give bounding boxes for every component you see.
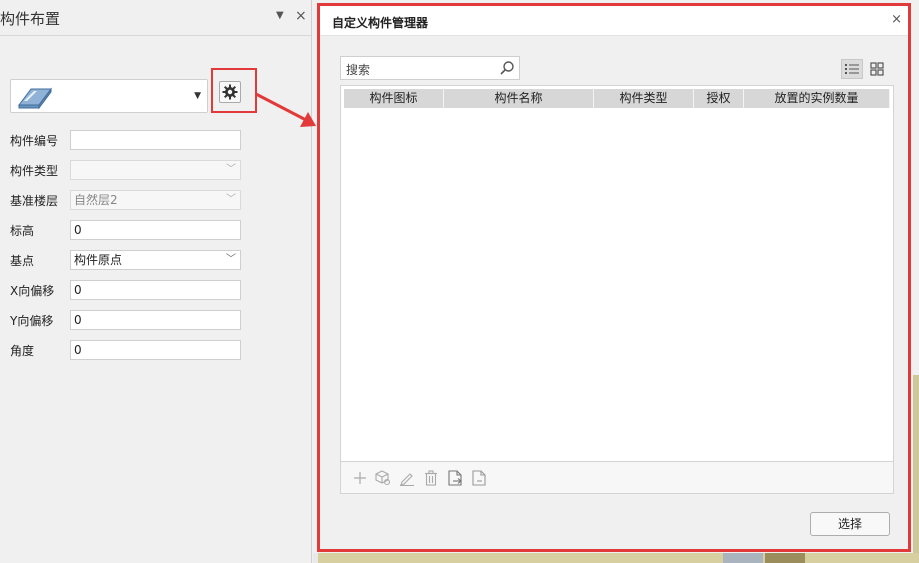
chevron-down-icon: ﹀	[226, 194, 236, 205]
dialog-titlebar: 自定义构件管理器 ×	[320, 6, 908, 36]
steel-beam-icon	[18, 87, 52, 109]
export-icon	[472, 470, 486, 486]
component-selector[interactable]: ▼	[10, 79, 208, 113]
table-toolbar	[340, 462, 894, 494]
base-point-select[interactable]: 构件原点 ﹀	[70, 250, 241, 270]
angle-input[interactable]: 0	[70, 340, 241, 360]
component-placement-panel: 构件布置 ▼ × ▼ 构件编号 构件类型 ﹀ 基准楼层 自然层2 ﹀ 标高 0 …	[0, 0, 312, 563]
select-button[interactable]: 选择	[810, 512, 890, 536]
panel-divider	[0, 35, 311, 36]
list-view-icon	[845, 64, 859, 74]
grid-view-icon	[870, 62, 884, 76]
list-view-button[interactable]	[841, 59, 863, 79]
base-floor-value: 自然层2	[74, 193, 118, 207]
background-model-strip	[313, 553, 919, 563]
component-code-input[interactable]	[70, 130, 241, 150]
column-header-icon[interactable]: 构件图标	[344, 89, 444, 108]
panel-close-button[interactable]: ×	[295, 8, 307, 24]
chevron-down-icon: ﹀	[226, 254, 236, 265]
base-point-value: 构件原点	[74, 253, 123, 267]
column-header-name[interactable]: 构件名称	[444, 89, 594, 108]
panel-pin-dropdown[interactable]: ▼	[276, 10, 284, 21]
property-label-elevation: 标高	[10, 224, 35, 238]
property-label-angle: 角度	[10, 344, 35, 358]
component-button[interactable]	[374, 469, 392, 487]
x-offset-input[interactable]: 0	[70, 280, 241, 300]
search-icon[interactable]	[499, 60, 515, 76]
property-label-x-offset: X向偏移	[10, 284, 55, 298]
property-label-base-floor: 基准楼层	[10, 194, 59, 208]
component-type-select[interactable]: ﹀	[70, 160, 241, 180]
add-button[interactable]	[351, 469, 369, 487]
table-header: 构件图标 构件名称 构件类型 授权 放置的实例数量	[344, 89, 890, 108]
chevron-down-icon: ﹀	[226, 164, 236, 175]
property-label-component-code: 构件编号	[10, 134, 59, 148]
grid-view-button[interactable]	[868, 59, 886, 79]
property-label-base-point: 基点	[10, 254, 35, 268]
column-header-authorization[interactable]: 授权	[694, 89, 744, 108]
gear-icon	[222, 84, 238, 100]
property-label-y-offset: Y向偏移	[10, 314, 54, 328]
property-label-component-type: 构件类型	[10, 164, 59, 178]
chevron-down-icon: ▼	[194, 91, 201, 101]
edit-button[interactable]	[398, 469, 416, 487]
component-icon	[375, 470, 391, 486]
elevation-input[interactable]: 0	[70, 220, 241, 240]
dialog-title: 自定义构件管理器	[332, 16, 429, 30]
background-model-edge	[913, 375, 919, 555]
add-icon	[354, 472, 366, 484]
panel-title: 构件布置	[0, 10, 61, 28]
delete-button[interactable]	[422, 469, 440, 487]
edit-icon	[400, 473, 414, 486]
settings-button[interactable]	[219, 81, 241, 103]
base-floor-select[interactable]: 自然层2 ﹀	[70, 190, 241, 210]
column-header-instance-count[interactable]: 放置的实例数量	[744, 89, 890, 108]
annotation-arrow	[255, 92, 316, 127]
dialog-close-button[interactable]: ×	[891, 12, 902, 27]
delete-icon	[425, 470, 437, 486]
import-button[interactable]	[446, 469, 464, 487]
y-offset-input[interactable]: 0	[70, 310, 241, 330]
component-table: 构件图标 构件名称 构件类型 授权 放置的实例数量	[340, 85, 894, 462]
column-header-type[interactable]: 构件类型	[594, 89, 694, 108]
search-field[interactable]: 搜索	[340, 56, 520, 80]
import-icon	[448, 470, 462, 486]
search-input[interactable]: 搜索	[346, 61, 370, 78]
export-button[interactable]	[470, 469, 488, 487]
custom-component-manager-dialog: 自定义构件管理器 × 搜索 构件图标 构件名称 构件类型 授权 放置的实例数量 …	[317, 3, 911, 552]
